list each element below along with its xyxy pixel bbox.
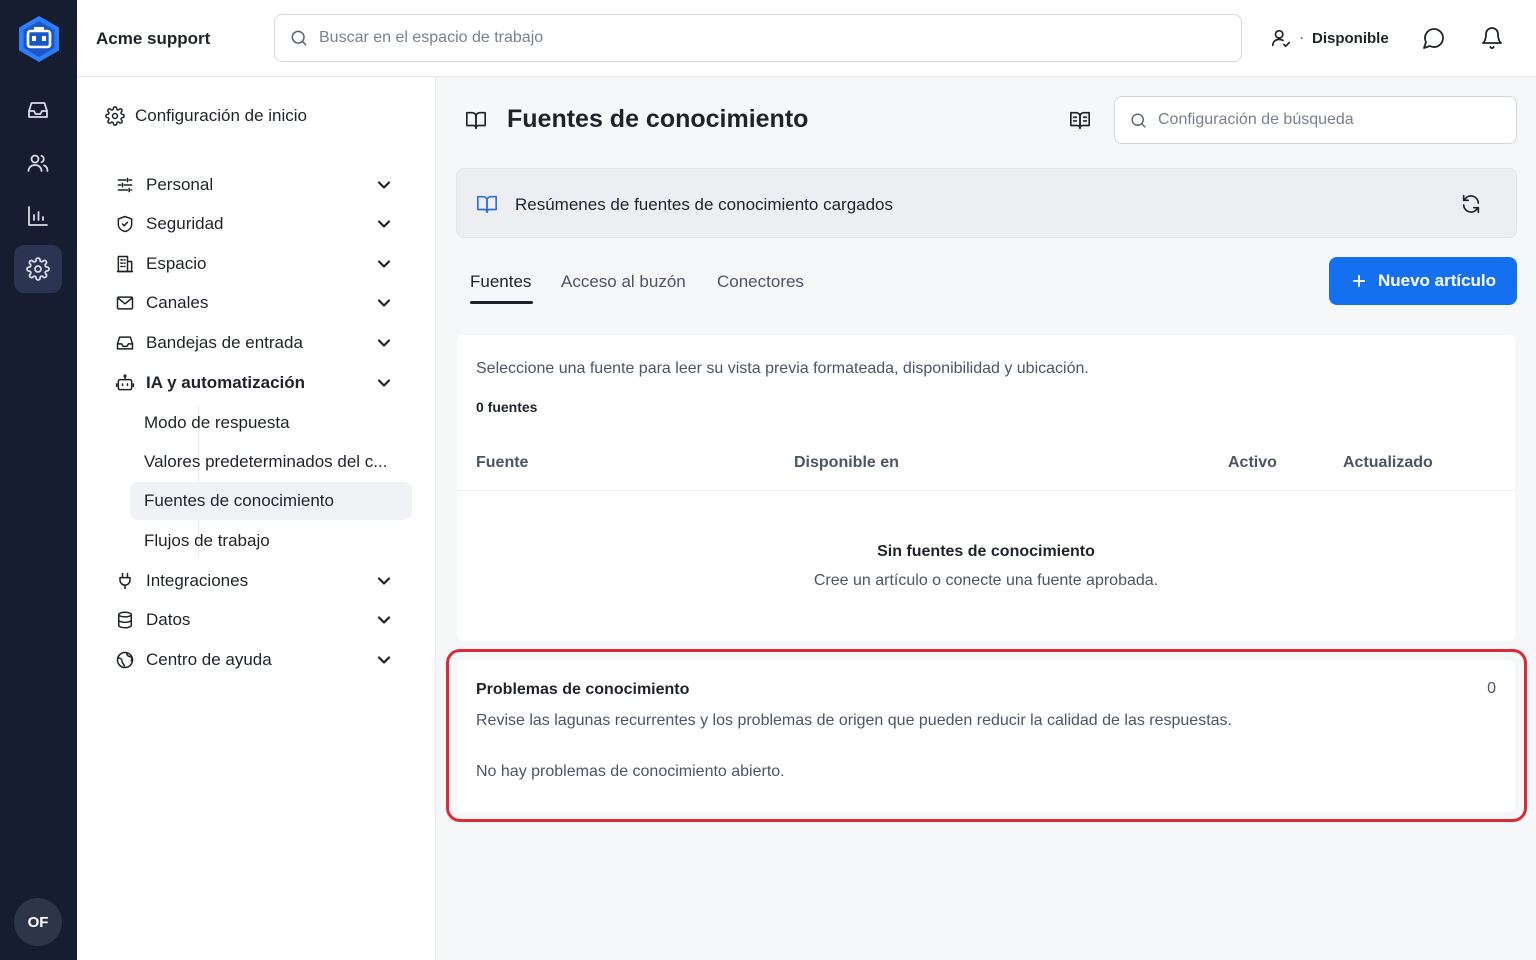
subnav-item-defaults[interactable]: Valores predeterminados del c... bbox=[130, 443, 412, 481]
inbox-icon bbox=[115, 333, 135, 353]
chat-icon[interactable] bbox=[1422, 26, 1448, 52]
nav-item-integrations[interactable]: Integraciones bbox=[115, 563, 405, 599]
sources-card: Seleccione una fuente para leer su vista… bbox=[457, 335, 1515, 641]
robot-icon bbox=[115, 373, 135, 393]
user-avatar[interactable]: OF bbox=[14, 898, 62, 946]
app-rail: OF bbox=[0, 0, 77, 960]
sources-count: 0 fuentes bbox=[476, 399, 538, 415]
inbox-icon[interactable] bbox=[14, 86, 62, 134]
global-search[interactable] bbox=[274, 14, 1242, 62]
nav-item-help-center[interactable]: Centro de ayuda bbox=[115, 642, 405, 678]
chevron-down-icon bbox=[374, 254, 394, 274]
user-status-icon bbox=[1270, 27, 1292, 49]
chevron-down-icon bbox=[374, 293, 394, 313]
chevron-down-icon bbox=[374, 214, 394, 234]
page-title: Fuentes de conocimiento bbox=[507, 105, 809, 133]
banner-text: Resúmenes de fuentes de conocimiento car… bbox=[515, 195, 894, 214]
gear-icon bbox=[105, 106, 125, 126]
column-header-active[interactable]: Activo bbox=[1228, 454, 1277, 472]
chevron-down-icon bbox=[374, 650, 394, 670]
nav-item-inboxes[interactable]: Bandejas de entrada bbox=[115, 325, 405, 361]
sources-intro: Seleccione una fuente para leer su vista… bbox=[476, 360, 1089, 377]
availability-status[interactable]: · Disponible bbox=[1270, 27, 1389, 49]
status-banner: Resúmenes de fuentes de conocimiento car… bbox=[456, 168, 1517, 238]
empty-state-title: Sin fuentes de conocimiento bbox=[877, 543, 1095, 560]
status-label: Disponible bbox=[1312, 29, 1389, 47]
global-search-input[interactable] bbox=[319, 29, 1219, 47]
search-icon bbox=[1129, 111, 1148, 130]
settings-home-label: Configuración de inicio bbox=[135, 106, 307, 125]
plus-icon bbox=[1350, 272, 1368, 290]
mail-icon bbox=[115, 293, 135, 313]
search-icon bbox=[289, 28, 309, 48]
active-tab-indicator bbox=[470, 301, 533, 304]
nav-item-security[interactable]: Seguridad bbox=[115, 206, 405, 242]
subnav-item-response-mode[interactable]: Modo de respuesta bbox=[130, 404, 412, 442]
status-separator: · bbox=[1300, 31, 1304, 45]
workspace-name[interactable]: Acme support bbox=[96, 29, 210, 49]
building-icon bbox=[115, 254, 135, 274]
empty-state-subtitle: Cree un artículo o conecte una fuente ap… bbox=[813, 572, 1159, 589]
new-article-button[interactable]: Nuevo artículo bbox=[1329, 257, 1517, 305]
tab-sources[interactable]: Fuentes bbox=[470, 272, 531, 292]
top-bar: Acme support · Disponible bbox=[77, 0, 1536, 77]
book-open-icon bbox=[465, 109, 487, 131]
column-header-source[interactable]: Fuente bbox=[476, 454, 528, 472]
nav-item-space[interactable]: Espacio bbox=[115, 246, 405, 282]
tab-connectors[interactable]: Conectores bbox=[717, 272, 804, 292]
tab-mailbox-access[interactable]: Acceso al buzón bbox=[561, 272, 686, 292]
chevron-down-icon bbox=[374, 175, 394, 195]
nav-item-data[interactable]: Datos bbox=[115, 602, 405, 638]
subnav-item-workflows[interactable]: Flujos de trabajo bbox=[130, 522, 412, 560]
nav-item-ai-automation[interactable]: IA y automatización bbox=[115, 365, 405, 401]
chevron-down-icon bbox=[374, 571, 394, 591]
column-header-updated[interactable]: Actualizado bbox=[1343, 454, 1433, 472]
highlight-outline bbox=[446, 649, 1527, 822]
sources-table-header: Fuente Disponible en Activo Actualizado bbox=[457, 445, 1515, 491]
sliders-icon bbox=[115, 175, 135, 195]
column-header-available-in[interactable]: Disponible en bbox=[794, 454, 899, 472]
settings-search-input[interactable] bbox=[1158, 111, 1498, 129]
chevron-down-icon bbox=[374, 373, 394, 393]
shield-icon bbox=[115, 214, 135, 234]
nav-item-personal[interactable]: Personal bbox=[115, 167, 405, 203]
globe-icon bbox=[115, 650, 135, 670]
nav-item-channels[interactable]: Canales bbox=[115, 285, 405, 321]
bell-icon[interactable] bbox=[1480, 26, 1506, 52]
app-logo-icon[interactable] bbox=[16, 14, 62, 64]
plug-icon bbox=[115, 571, 135, 591]
users-icon[interactable] bbox=[14, 139, 62, 187]
chevron-down-icon bbox=[374, 610, 394, 630]
new-article-label: Nuevo artículo bbox=[1377, 271, 1497, 290]
book-open-icon bbox=[476, 193, 498, 215]
settings-nav: Configuración de inicio Personal Segurid… bbox=[77, 77, 436, 960]
bar-chart-icon[interactable] bbox=[14, 192, 62, 240]
subnav-item-knowledge-sources[interactable]: Fuentes de conocimiento bbox=[130, 482, 412, 520]
refresh-icon[interactable] bbox=[1460, 193, 1482, 215]
reader-mode-icon[interactable] bbox=[1069, 109, 1091, 131]
settings-search[interactable] bbox=[1114, 96, 1517, 144]
settings-home-link[interactable]: Configuración de inicio bbox=[105, 106, 307, 126]
gear-icon[interactable] bbox=[14, 245, 62, 293]
database-icon bbox=[115, 610, 135, 630]
chevron-down-icon bbox=[374, 333, 394, 353]
